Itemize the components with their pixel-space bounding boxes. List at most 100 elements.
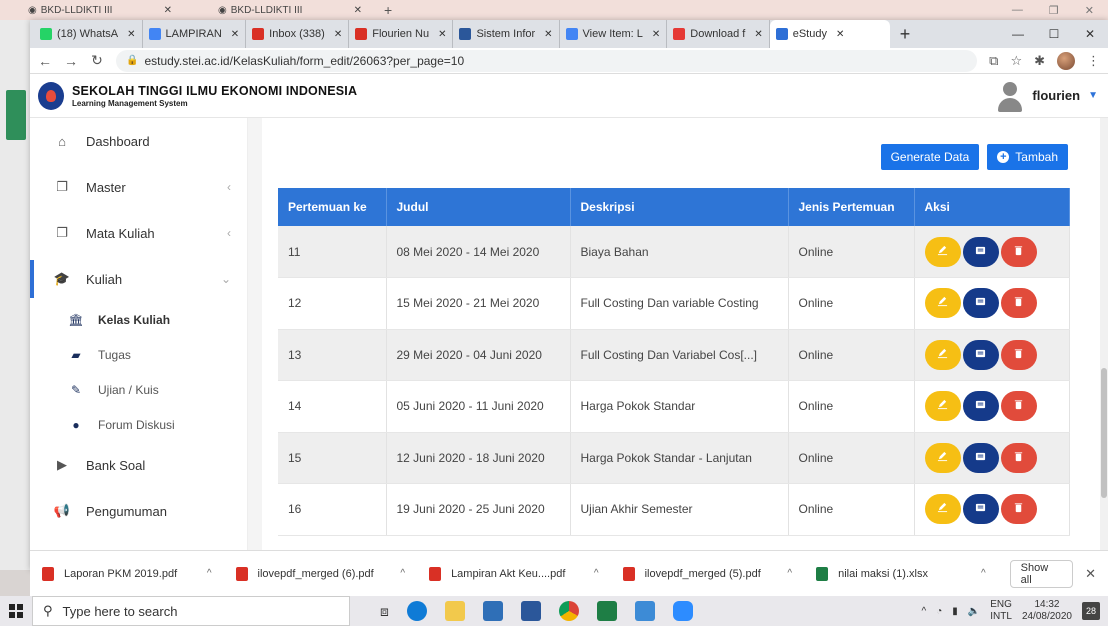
chevron-up-icon[interactable]: ^ (207, 568, 212, 579)
close-icon[interactable]: ✕ (164, 5, 190, 16)
edit-button[interactable] (924, 442, 961, 473)
sidebar-subitem-kelas-kuliah[interactable]: 🏛 Kelas Kuliah (30, 302, 247, 337)
sidebar-subitem-ujian-kuis[interactable]: ✎ Ujian / Kuis (30, 372, 247, 407)
minimize-icon[interactable]: — (1012, 4, 1023, 17)
task-view-icon[interactable]: ⧈ (380, 603, 389, 620)
close-icon[interactable]: ✕ (754, 29, 762, 40)
delete-button[interactable] (1000, 339, 1037, 370)
close-icon[interactable]: ✕ (354, 5, 380, 16)
delete-button[interactable] (1000, 288, 1037, 319)
detail-button[interactable] (962, 442, 999, 473)
detail-button[interactable] (962, 391, 999, 422)
zoom-icon[interactable] (672, 601, 693, 621)
edit-button[interactable] (924, 339, 961, 370)
download-item[interactable]: Laporan PKM 2019.pdf ^ (42, 559, 236, 589)
edge-icon[interactable] (406, 601, 427, 621)
clock[interactable]: 14:32 24/08/2020 (1022, 599, 1072, 623)
menu-icon[interactable]: ⋮ (1087, 53, 1100, 69)
generate-data-button[interactable]: Generate Data (880, 144, 980, 170)
download-item[interactable]: ilovepdf_merged (5).pdf ^ (622, 559, 817, 589)
close-icon[interactable]: ✕ (544, 29, 552, 40)
url-input[interactable]: 🔒 estudy.stei.ac.id/KelasKuliah/form_edi… (116, 49, 978, 72)
maximize-icon[interactable]: ☐ (1036, 27, 1072, 41)
browser-tab[interactable]: Inbox (338) ✕ (246, 20, 350, 48)
delete-button[interactable] (1000, 442, 1037, 473)
download-item[interactable]: Lampiran Akt Keu....pdf ^ (429, 559, 623, 589)
chrome-icon[interactable] (558, 601, 579, 621)
translate-icon[interactable]: ⧉ (989, 53, 998, 69)
close-icon[interactable]: ✕ (836, 29, 844, 40)
download-item[interactable]: ilovepdf_merged (6).pdf ^ (235, 559, 430, 589)
excel-icon[interactable] (596, 601, 617, 621)
delete-button[interactable] (1000, 391, 1037, 422)
forward-icon[interactable]: → (64, 53, 78, 69)
file-explorer-icon[interactable] (444, 601, 465, 621)
tambah-button[interactable]: + Tambah (987, 144, 1068, 170)
battery-icon[interactable]: ▮ (952, 606, 958, 617)
sidebar-item-kuliah[interactable]: 🎓 Kuliah ⌄ (30, 256, 247, 302)
browser-tab[interactable]: LAMPIRAN ✕ (143, 20, 247, 48)
edit-button[interactable] (924, 288, 961, 319)
sidebar-item-pengumuman[interactable]: 📢 Pengumuman (30, 488, 247, 534)
detail-button[interactable] (962, 288, 999, 319)
sidebar-item-mata-kuliah[interactable]: ❐ Mata Kuliah ‹ (30, 210, 247, 256)
chevron-up-icon[interactable]: ^ (594, 568, 599, 579)
edit-button[interactable] (924, 391, 961, 422)
language-indicator[interactable]: ENG INTL (990, 599, 1012, 623)
detail-button[interactable] (962, 236, 999, 267)
sidebar-item-master[interactable]: ❐ Master ‹ (30, 164, 247, 210)
mail-icon[interactable] (482, 601, 503, 621)
word-icon[interactable] (520, 601, 541, 621)
browser-tab[interactable]: View Item: L ✕ (560, 20, 668, 48)
edit-button[interactable] (924, 236, 961, 267)
notification-count[interactable]: 28 (1082, 602, 1100, 620)
detail-button[interactable] (962, 494, 999, 525)
browser-tab[interactable]: eStudy ✕ (769, 20, 890, 48)
new-tab-icon[interactable]: + (890, 20, 921, 48)
download-item[interactable]: nilai maksi (1).xlsx ^ (816, 559, 1010, 589)
background-tab[interactable]: ◉ BKD-LLDIKTI III ✕ (190, 0, 380, 20)
edit-button[interactable] (924, 494, 961, 525)
reload-icon[interactable]: ↻ (90, 52, 104, 69)
delete-button[interactable] (1000, 236, 1037, 267)
sidebar-subitem-tugas[interactable]: ▰ Tugas (30, 337, 247, 372)
browser-tab[interactable]: (18) WhatsA ✕ (34, 20, 143, 48)
browser-tab[interactable]: Download f ✕ (667, 20, 770, 48)
minimize-icon[interactable]: — (1000, 27, 1036, 41)
background-tab[interactable]: ◉ BKD-LLDIKTI III ✕ (0, 0, 190, 20)
scrollbar[interactable] (1100, 118, 1108, 570)
sidebar-item-bank-soal[interactable]: ▶ Bank Soal (30, 442, 247, 488)
close-icon[interactable]: ✕ (1073, 566, 1108, 582)
close-icon[interactable]: ✕ (334, 29, 342, 40)
browser-tab[interactable]: Flourien Nu ✕ (349, 20, 454, 48)
windows-start-icon[interactable] (0, 604, 32, 618)
volume-icon[interactable]: 🔈 (968, 606, 980, 617)
back-icon[interactable]: ← (38, 53, 52, 69)
sidebar-subitem-forum-diskusi[interactable]: ● Forum Diskusi (30, 407, 247, 442)
extensions-icon[interactable]: ✱ (1034, 53, 1045, 69)
close-icon[interactable]: ✕ (652, 29, 660, 40)
new-tab-icon[interactable]: + (384, 2, 392, 18)
show-all-button[interactable]: Show all (1009, 559, 1074, 588)
close-icon[interactable]: ✕ (438, 29, 446, 40)
chevron-up-icon[interactable]: ^ (981, 568, 986, 579)
browser-tab[interactable]: Sistem Infor ✕ (453, 20, 560, 48)
close-icon[interactable]: ✕ (127, 29, 135, 40)
scrollbar-thumb[interactable] (1101, 368, 1107, 498)
taskbar-search-input[interactable]: ⚲ Type here to search (32, 596, 350, 626)
chevron-up-icon[interactable]: ^ (922, 606, 927, 617)
restore-icon[interactable]: ❐ (1049, 4, 1059, 17)
close-icon[interactable]: ✕ (231, 29, 239, 40)
network-icon[interactable]: ◔ (936, 606, 942, 617)
detail-button[interactable] (962, 339, 999, 370)
chevron-up-icon[interactable]: ^ (787, 568, 792, 579)
chevron-up-icon[interactable]: ^ (400, 568, 405, 579)
user-menu[interactable]: flourien ▼ (996, 80, 1108, 112)
profile-avatar[interactable] (1057, 51, 1075, 70)
star-icon[interactable]: ☆ (1010, 53, 1022, 69)
close-icon[interactable]: ✕ (1085, 4, 1094, 17)
close-icon[interactable]: ✕ (1072, 27, 1108, 41)
photos-icon[interactable] (634, 601, 655, 621)
delete-button[interactable] (1000, 494, 1037, 525)
sidebar-item-dashboard[interactable]: ⌂ Dashboard (30, 118, 247, 164)
